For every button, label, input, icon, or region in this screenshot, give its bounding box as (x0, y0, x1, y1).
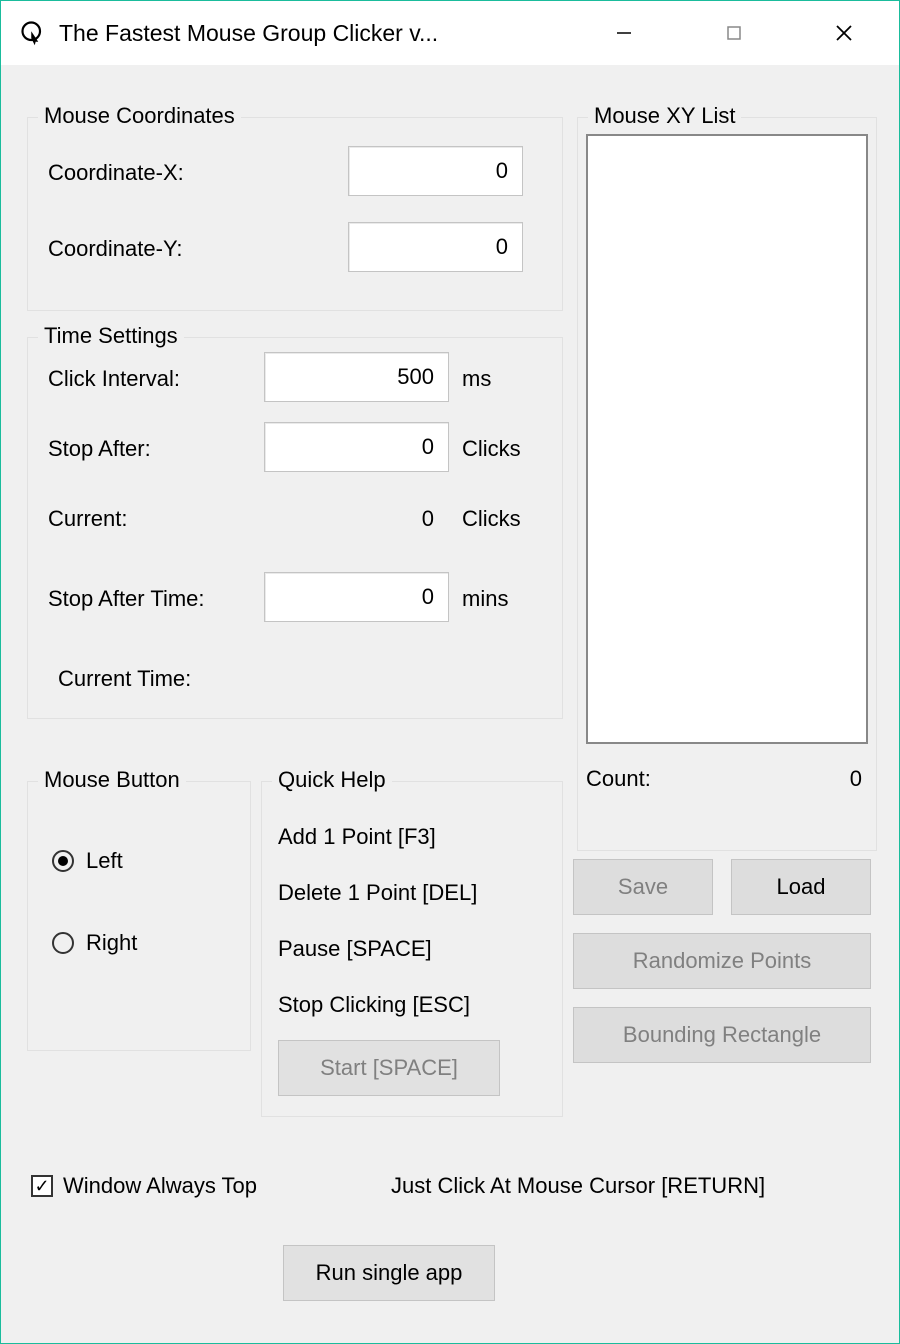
bounding-button[interactable]: Bounding Rectangle (573, 1007, 871, 1063)
checkbox-icon: ✓ (31, 1175, 53, 1197)
coordinate-x-label: Coordinate-X: (48, 160, 184, 186)
stop-after-time-input[interactable]: 0 (264, 572, 449, 622)
help-stop: Stop Clicking [ESC] (278, 992, 470, 1018)
stop-after-input[interactable]: 0 (264, 422, 449, 472)
radio-left[interactable]: Left (52, 848, 123, 874)
radio-right[interactable]: Right (52, 930, 137, 956)
click-interval-unit: ms (462, 366, 491, 392)
stop-after-label: Stop After: (48, 436, 151, 462)
stop-after-unit: Clicks (462, 436, 521, 462)
mouse-button-group: Mouse Button Left Right (27, 781, 251, 1051)
quick-help-group: Quick Help Add 1 Point [F3] Delete 1 Poi… (261, 781, 563, 1117)
close-button[interactable] (789, 1, 899, 65)
just-click-label: Just Click At Mouse Cursor [RETURN] (391, 1173, 765, 1199)
titlebar: The Fastest Mouse Group Clicker v... (1, 1, 899, 65)
app-icon (19, 19, 47, 47)
run-single-app-button[interactable]: Run single app (283, 1245, 495, 1301)
help-add-point: Add 1 Point [F3] (278, 824, 436, 850)
coordinate-y-label: Coordinate-Y: (48, 236, 183, 262)
help-delete-point: Delete 1 Point [DEL] (278, 880, 477, 906)
mouse-coordinates-group: Mouse Coordinates Coordinate-X: 0 Coordi… (27, 117, 563, 311)
click-interval-label: Click Interval: (48, 366, 180, 392)
count-label: Count: (586, 766, 651, 792)
minimize-button[interactable] (569, 1, 679, 65)
start-button-label: Start [SPACE] (320, 1055, 458, 1081)
count-value: 0 (778, 766, 862, 792)
coordinate-y-value: 0 (496, 234, 508, 260)
start-button[interactable]: Start [SPACE] (278, 1040, 500, 1096)
xy-listbox[interactable] (586, 134, 868, 744)
stop-after-value: 0 (422, 434, 434, 460)
current-time-label: Current Time: (58, 666, 191, 692)
current-unit: Clicks (462, 506, 521, 532)
click-interval-value: 500 (397, 364, 434, 390)
always-top-label: Window Always Top (63, 1173, 257, 1199)
save-button-label: Save (618, 874, 668, 900)
always-top-checkbox[interactable]: ✓ Window Always Top (31, 1173, 257, 1199)
radio-right-circle (52, 932, 74, 954)
stop-after-time-label: Stop After Time: (48, 586, 205, 612)
stop-after-time-unit: mins (462, 586, 508, 612)
current-value: 0 (264, 506, 434, 532)
coordinate-y-input[interactable]: 0 (348, 222, 523, 272)
time-settings-group: Time Settings Click Interval: 500 ms Sto… (27, 337, 563, 719)
coordinate-x-value: 0 (496, 158, 508, 184)
stop-after-time-value: 0 (422, 584, 434, 610)
mouse-xy-list-group: Mouse XY List Count: 0 (577, 117, 877, 851)
randomize-button-label: Randomize Points (633, 948, 812, 974)
load-button[interactable]: Load (731, 859, 871, 915)
bounding-button-label: Bounding Rectangle (623, 1022, 821, 1048)
help-pause: Pause [SPACE] (278, 936, 432, 962)
current-label: Current: (48, 506, 127, 532)
load-button-label: Load (777, 874, 826, 900)
maximize-button[interactable] (679, 1, 789, 65)
window-buttons (569, 1, 899, 65)
randomize-button[interactable]: Randomize Points (573, 933, 871, 989)
click-interval-input[interactable]: 500 (264, 352, 449, 402)
radio-left-circle (52, 850, 74, 872)
window-title: The Fastest Mouse Group Clicker v... (59, 20, 569, 47)
radio-left-label: Left (86, 848, 123, 874)
save-button[interactable]: Save (573, 859, 713, 915)
radio-right-label: Right (86, 930, 137, 956)
coordinate-x-input[interactable]: 0 (348, 146, 523, 196)
run-single-app-label: Run single app (316, 1260, 463, 1286)
